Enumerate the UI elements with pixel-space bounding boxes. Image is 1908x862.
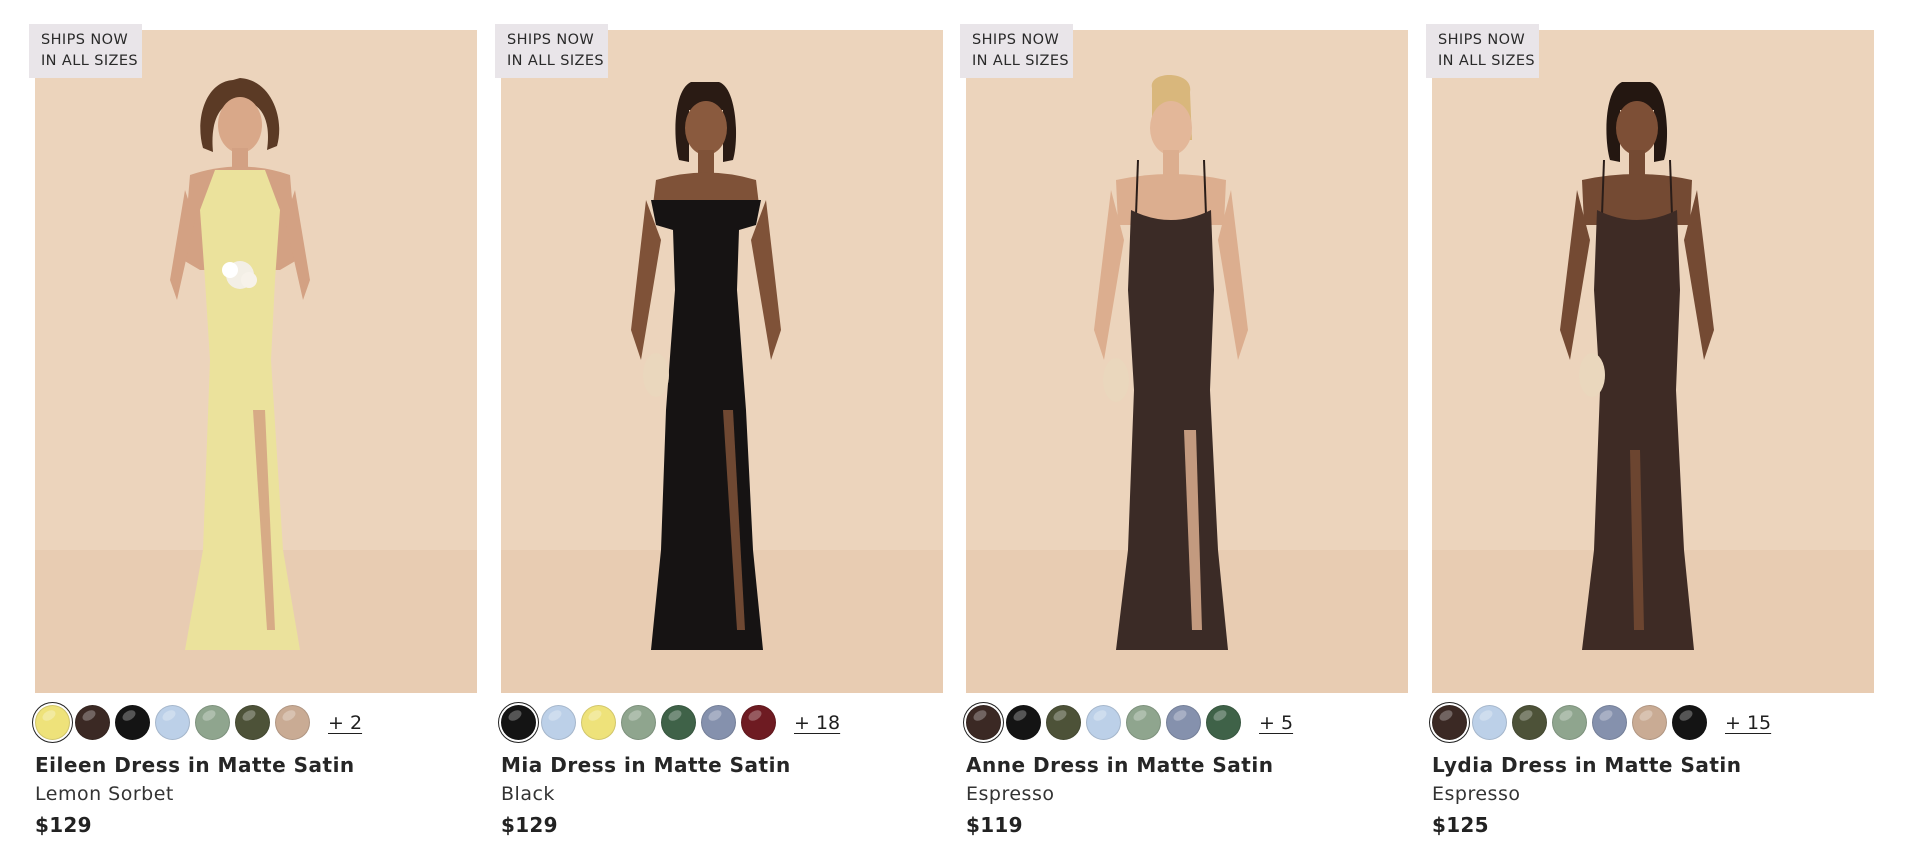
swatch-sage[interactable] [195, 705, 230, 740]
swatch-taupe[interactable] [275, 705, 310, 740]
product-name-link[interactable]: Eileen Dress in Matte Satin [35, 753, 355, 777]
swatch-sage[interactable] [1126, 705, 1161, 740]
more-colors-link[interactable]: + 18 [794, 712, 840, 734]
model-figure-image [501, 30, 943, 693]
more-colors-link[interactable]: + 2 [328, 712, 362, 734]
color-swatches: + 15 [1432, 704, 1771, 741]
swatch-light-blue[interactable] [155, 705, 190, 740]
ships-now-badge: SHIPS NOW IN ALL SIZES [1426, 24, 1539, 78]
swatch-sage[interactable] [621, 705, 656, 740]
swatch-espresso[interactable] [75, 705, 110, 740]
color-swatches: + 5 [966, 704, 1293, 741]
product-card-eileen: SHIPS NOW IN ALL SIZES + 2 Eileen Dress … [29, 0, 477, 862]
product-grid: SHIPS NOW IN ALL SIZES + 2 Eileen Dress … [0, 0, 1908, 862]
badge-line-1: SHIPS NOW [972, 32, 1060, 48]
badge-line-2: IN ALL SIZES [507, 53, 604, 69]
swatch-espresso[interactable] [966, 705, 1001, 740]
product-card-anne: SHIPS NOW IN ALL SIZES + 5 Anne Dress in… [960, 0, 1408, 862]
swatch-burgundy[interactable] [741, 705, 776, 740]
ships-now-badge: SHIPS NOW IN ALL SIZES [29, 24, 142, 78]
swatch-slate-blue[interactable] [1592, 705, 1627, 740]
swatch-green[interactable] [661, 705, 696, 740]
swatch-light-blue[interactable] [1086, 705, 1121, 740]
swatch-light-blue[interactable] [1472, 705, 1507, 740]
color-swatches: + 18 [501, 704, 840, 741]
product-name-link[interactable]: Lydia Dress in Matte Satin [1432, 753, 1742, 777]
product-color-name: Espresso [966, 783, 1055, 805]
badge-line-2: IN ALL SIZES [1438, 53, 1535, 69]
product-color-name: Espresso [1432, 783, 1521, 805]
badge-line-2: IN ALL SIZES [972, 53, 1069, 69]
swatch-lemon[interactable] [581, 705, 616, 740]
product-price: $129 [35, 813, 92, 837]
product-name-link[interactable]: Mia Dress in Matte Satin [501, 753, 791, 777]
product-image[interactable] [35, 30, 477, 693]
product-price: $125 [1432, 813, 1489, 837]
ships-now-badge: SHIPS NOW IN ALL SIZES [960, 24, 1073, 78]
product-image[interactable] [1432, 30, 1874, 693]
swatch-taupe[interactable] [1632, 705, 1667, 740]
product-color-name: Lemon Sorbet [35, 783, 174, 805]
swatch-black[interactable] [1672, 705, 1707, 740]
badge-line-1: SHIPS NOW [41, 32, 129, 48]
product-name-link[interactable]: Anne Dress in Matte Satin [966, 753, 1273, 777]
model-figure-image [1432, 30, 1874, 693]
product-card-mia: SHIPS NOW IN ALL SIZES + 18 Mia Dress in… [495, 0, 943, 862]
color-swatches: + 2 [35, 704, 362, 741]
swatch-slate-blue[interactable] [701, 705, 736, 740]
swatch-olive[interactable] [1512, 705, 1547, 740]
swatch-slate-blue[interactable] [1166, 705, 1201, 740]
swatch-black[interactable] [115, 705, 150, 740]
product-price: $119 [966, 813, 1023, 837]
swatch-olive[interactable] [235, 705, 270, 740]
model-figure-image [966, 30, 1408, 693]
badge-line-1: SHIPS NOW [507, 32, 595, 48]
product-color-name: Black [501, 783, 555, 805]
product-image[interactable] [501, 30, 943, 693]
badge-line-2: IN ALL SIZES [41, 53, 138, 69]
product-price: $129 [501, 813, 558, 837]
swatch-green[interactable] [1206, 705, 1241, 740]
swatch-light-blue[interactable] [541, 705, 576, 740]
swatch-sage[interactable] [1552, 705, 1587, 740]
swatch-espresso[interactable] [1432, 705, 1467, 740]
swatch-olive[interactable] [1046, 705, 1081, 740]
swatch-black[interactable] [1006, 705, 1041, 740]
model-figure-image [35, 30, 477, 693]
more-colors-link[interactable]: + 5 [1259, 712, 1293, 734]
product-card-lydia: SHIPS NOW IN ALL SIZES + 15 Lydia Dress … [1426, 0, 1874, 862]
ships-now-badge: SHIPS NOW IN ALL SIZES [495, 24, 608, 78]
swatch-black[interactable] [501, 705, 536, 740]
badge-line-1: SHIPS NOW [1438, 32, 1526, 48]
swatch-lemon-sorbet[interactable] [35, 705, 70, 740]
more-colors-link[interactable]: + 15 [1725, 712, 1771, 734]
product-image[interactable] [966, 30, 1408, 693]
